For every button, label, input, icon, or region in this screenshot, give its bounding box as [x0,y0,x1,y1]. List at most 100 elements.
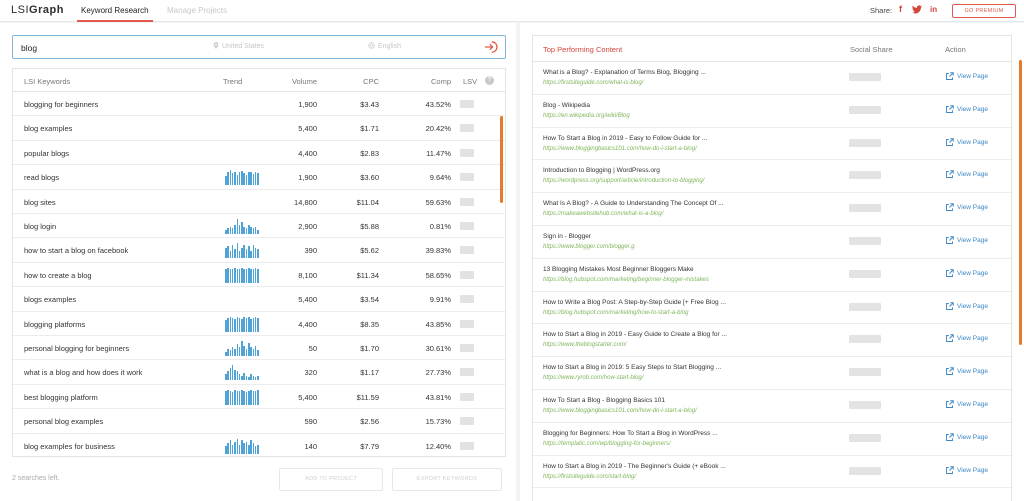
trend-sparkline [225,243,259,259]
comp-cell: 59.63% [425,197,451,207]
keyword-cell[interactable]: popular blogs [24,149,69,158]
external-link-icon [946,465,954,474]
content-url[interactable]: https://templatic.com/wp/blogging-for-be… [543,441,671,447]
view-page-link[interactable]: View Page [945,367,988,376]
table-row[interactable]: blog sites 14,800 $11.04 59.63% [13,190,505,214]
export-keywords-button[interactable]: EXPORT KEYWORDS [392,468,502,491]
content-title[interactable]: How To Start a Blog in 2019 - Easy to Fo… [543,135,707,142]
content-url[interactable]: https://en.wikipedia.org/wiki/Blog [543,113,630,119]
content-url[interactable]: https://blog.hubspot.com/marketing/how-t… [543,310,688,316]
content-title[interactable]: How to Start a Blog in 2019 - Easy Guide… [543,331,727,338]
content-title[interactable]: Blog - Wikipedia [543,102,590,109]
view-page-link[interactable]: View Page [945,433,988,442]
content-title[interactable]: Sign in - Blogger [543,233,591,240]
social-share-value [849,466,881,475]
keyword-cell[interactable]: what is a blog and how does it work [24,368,142,377]
keyword-cell[interactable]: blog login [24,222,56,231]
table-row[interactable]: blogs examples 5,400 $3.54 9.91% [13,287,505,312]
content-title[interactable]: How to Start a Blog in 2019: 5 Easy Step… [543,364,721,371]
view-page-link[interactable]: View Page [945,170,988,179]
content-url[interactable]: https://www.bloggingbasics101.com/how-do… [543,146,697,152]
table-row[interactable]: personal blogging for beginners 50 $1.70 30… [13,336,505,361]
content-scrollbar[interactable] [1019,60,1022,345]
table-row[interactable]: blogging for beginners 1,900 $3.43 43.52% [13,92,505,117]
table-row[interactable]: blog examples 5,400 $1.71 20.42% [13,116,505,141]
col-trend[interactable]: Trend [223,77,242,86]
keyword-cell[interactable]: blog sites [24,198,56,207]
table-row[interactable]: how to create a blog 8,100 $11.34 58.65% [13,263,505,288]
list-item: How to Start a Blog in 2019 - Easy Guide… [533,324,1011,358]
tab-keyword-research[interactable]: Keyword Research [77,6,153,22]
list-item: Blogging for Beginners: How To Start a B… [533,423,1011,456]
content-url[interactable]: https://firstsiteguide.com/start-blog/ [543,474,636,480]
search-go-icon[interactable] [483,39,499,55]
content-title[interactable]: Blogging for Beginners: How To Start a B… [543,430,718,437]
table-row[interactable]: what is a blog and how does it work 320 $1… [13,360,505,385]
content-url[interactable]: https://blog.hubspot.com/marketing/begin… [543,277,709,283]
keyword-cell[interactable]: blogging for beginners [24,100,98,109]
view-page-link[interactable]: View Page [945,301,988,311]
keyword-search-input[interactable] [21,40,201,55]
view-page-link[interactable]: View Page [945,400,988,409]
col-lsv[interactable]: LSV [463,77,477,86]
go-premium-button[interactable]: GO PREMIUM [952,4,1016,18]
language-field[interactable]: English [368,42,401,50]
view-page-link[interactable]: View Page [945,203,988,212]
linkedin-icon[interactable]: in [930,5,937,14]
view-page-link[interactable]: View Page [945,137,988,147]
col-cpc[interactable]: CPC [331,77,379,86]
view-page-link[interactable]: View Page [945,269,988,278]
facebook-icon[interactable]: f [899,4,902,14]
table-row[interactable]: personal blog examples 590 $2.56 15.73% [13,409,505,434]
add-to-project-button[interactable]: ADD TO PROJECT [279,468,383,491]
table-row[interactable]: best blogging platform 5,400 $11.59 43.81% [13,385,505,410]
col-volume[interactable]: Volume [261,77,317,86]
tab-manage-projects[interactable]: Manage Projects [167,6,227,15]
keyword-cell[interactable]: blog examples for business [24,442,115,451]
content-title[interactable]: How to Start a Blog in 2019 - The Beginn… [543,463,726,470]
keyword-cell[interactable]: personal blog examples [24,417,103,426]
content-url[interactable]: https://www.ryrob.com/how-start-blog/ [543,375,643,381]
content-title[interactable]: How to Write a Blog Post: A Step-by-Step… [543,299,726,306]
content-url[interactable]: https://www.bloggingbasics101.com/how-do… [543,408,697,414]
content-title[interactable]: 13 Blogging Mistakes Most Beginner Blogg… [543,266,694,273]
list-item: What Is A Blog? - A Guide to Understandi… [533,193,1011,226]
view-page-link[interactable]: View Page [945,236,988,245]
table-row[interactable]: read blogs 1,900 $3.60 9.64% [13,165,505,190]
keywords-scrollbar[interactable] [500,116,503,203]
keyword-cell[interactable]: how to create a blog [24,271,92,280]
view-page-link[interactable]: View Page [945,105,988,114]
content-url[interactable]: https://www.blogger.com/blogger.g [543,244,635,250]
info-icon[interactable]: ? [485,76,494,85]
keyword-cell[interactable]: personal blogging for beginners [24,344,129,353]
keyword-cell[interactable]: blogs examples [24,295,76,304]
trend-bar [257,318,259,332]
content-url[interactable]: https://wordpress.org/support/article/in… [543,178,704,184]
content-title[interactable]: Introduction to Blogging | WordPress.org [543,167,660,174]
table-row[interactable]: popular blogs 4,400 $2.83 11.47% [13,141,505,166]
table-row[interactable]: blogging platforms 4,400 $8.35 43.85% [13,312,505,336]
content-title[interactable]: What Is A Blog? - A Guide to Understandi… [543,200,724,207]
content-url[interactable]: https://www.theblogstarter.com/ [543,342,626,348]
content-title[interactable]: What is a Blog? - Explanation of Terms B… [543,69,706,76]
twitter-icon[interactable] [912,5,922,16]
content-title[interactable]: How To Start a Blog - Blogging Basics 10… [543,397,665,404]
col-lsi-keywords[interactable]: LSI Keywords [24,77,70,86]
keyword-cell[interactable]: blogging platforms [24,320,85,329]
col-comp[interactable]: Comp [391,77,451,86]
keyword-cell[interactable]: blog examples [24,124,72,133]
content-url[interactable]: https://firstsiteguide.com/what-is-blog/ [543,80,643,86]
view-page-link[interactable]: View Page [945,465,988,475]
table-row[interactable]: blog examples for business 140 $7.79 12.40% [13,434,505,456]
keyword-cell[interactable]: best blogging platform [24,393,98,402]
lsigraph-logo[interactable]: LSIGraph [11,4,64,16]
keyword-cell[interactable]: read blogs [24,173,59,182]
keyword-cell[interactable]: how to start a blog on facebook [24,246,128,255]
view-page-link[interactable]: View Page [945,334,988,343]
content-url[interactable]: https://makeawebsitehub.com/what-is-a-bl… [543,211,663,217]
table-row[interactable]: blog login 2,900 $5.88 0.81% [13,214,505,239]
table-row[interactable]: how to start a blog on facebook 390 $5.62 3… [13,238,505,263]
view-page-link[interactable]: View Page [945,72,988,81]
lsv-cell [460,295,474,304]
location-field[interactable]: United States [213,42,264,50]
